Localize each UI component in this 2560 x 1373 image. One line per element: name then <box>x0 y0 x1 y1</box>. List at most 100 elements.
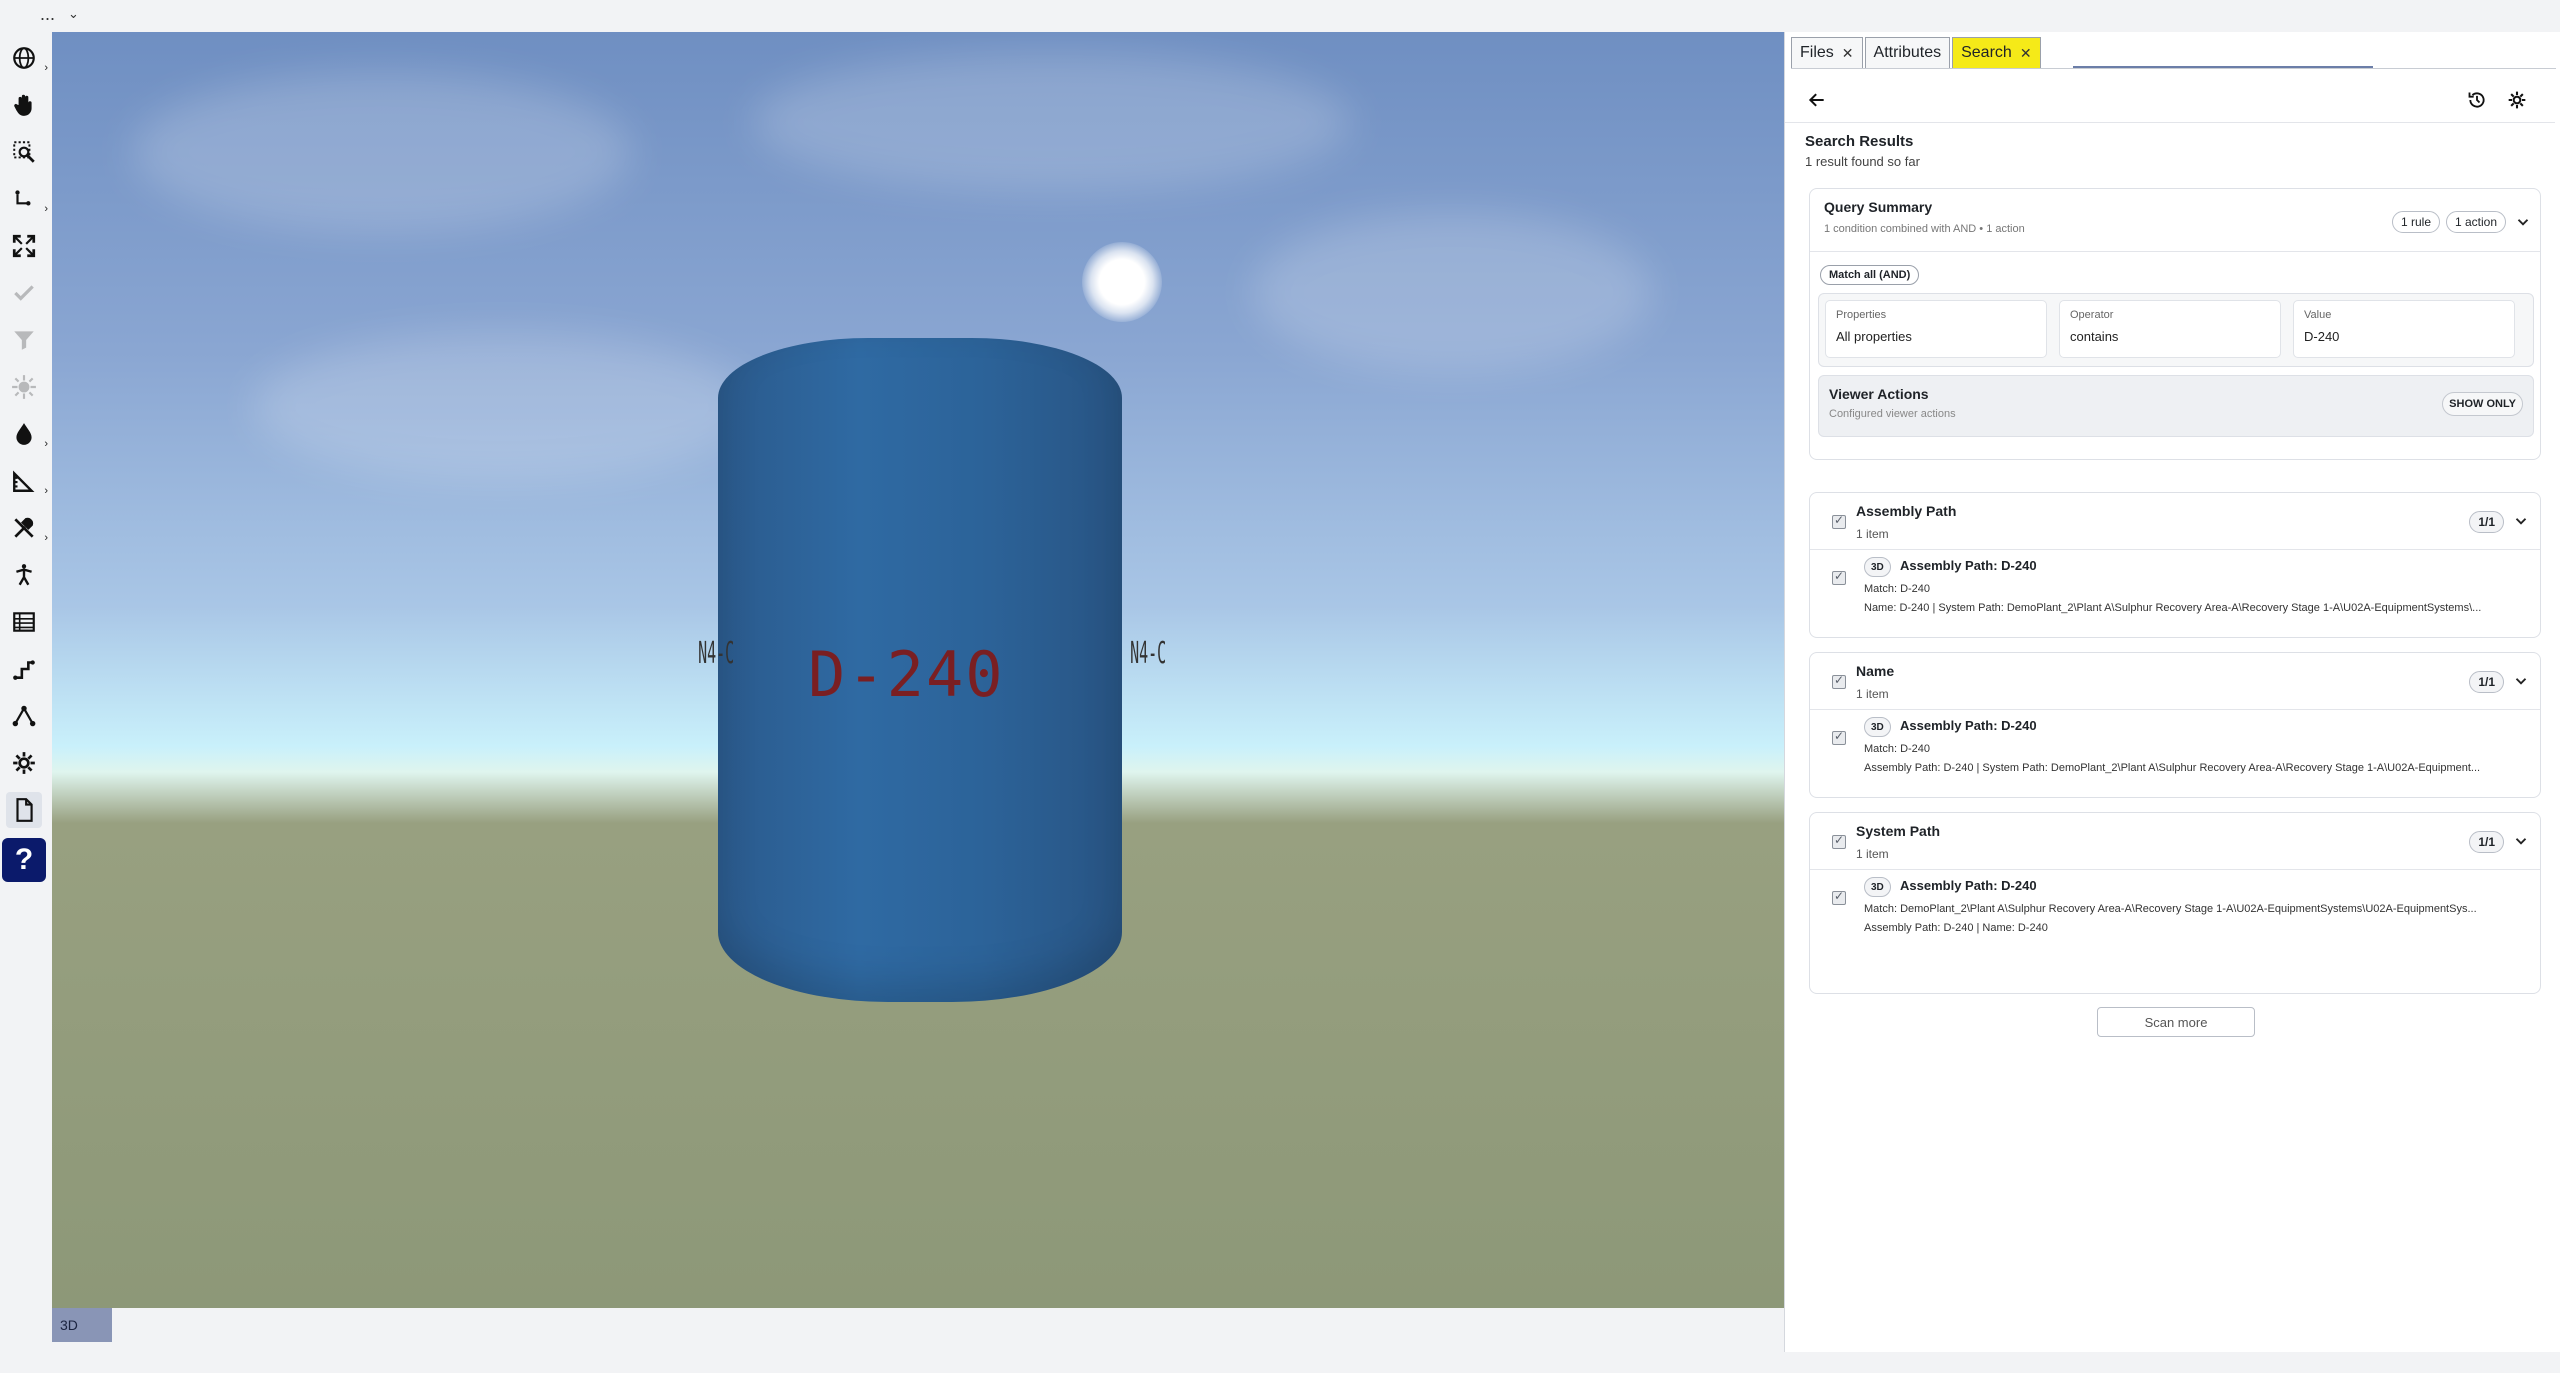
item-title: Assembly Path: D-240 <box>1900 558 2037 573</box>
settings-icon[interactable] <box>6 745 42 781</box>
close-icon[interactable]: ✕ <box>1842 45 1854 62</box>
pan-hand-icon[interactable] <box>6 87 42 123</box>
field-label: Properties <box>1836 309 1887 321</box>
nozzle-label-right: N4-C <box>1130 636 1167 671</box>
tab-label: Search <box>1961 44 2012 61</box>
item-checkbox[interactable] <box>1832 729 1846 745</box>
group-count-badge: 1/1 <box>2469 671 2504 693</box>
tab-label: Files <box>1800 44 1834 61</box>
item-match: Match: DemoPlant_2\Plant A\Sulphur Recov… <box>1864 903 2477 915</box>
group-checkbox[interactable] <box>1832 833 1846 849</box>
condition-operator[interactable]: Operator contains <box>2059 300 2281 358</box>
result-group-system-path: System Path 1 item 1/1 3D Assembly Path:… <box>1809 812 2541 994</box>
history-icon[interactable] <box>2463 86 2491 114</box>
show-only-button[interactable]: SHOW ONLY <box>2442 392 2523 416</box>
query-summary-card: Query Summary 1 condition combined with … <box>1809 188 2541 460</box>
view-mode-tag[interactable]: 3D <box>52 1308 112 1342</box>
field-value: D-240 <box>2304 329 2340 344</box>
chevron-down-icon[interactable] <box>2512 512 2530 530</box>
tank-model[interactable]: D-240 <box>718 338 1122 1002</box>
group-title: Assembly Path <box>1856 503 1957 519</box>
walk-icon[interactable] <box>6 557 42 593</box>
result-group-name: Name 1 item 1/1 3D Assembly Path: D-240 … <box>1809 652 2541 798</box>
menu-dots[interactable]: ... <box>40 4 55 25</box>
item-detail: Name: D-240 | System Path: DemoPlant_2\P… <box>1864 602 2482 614</box>
result-group-assembly-path: Assembly Path 1 item 1/1 3D Assembly Pat… <box>1809 492 2541 638</box>
group-header[interactable]: Assembly Path 1 item 1/1 <box>1810 493 2540 550</box>
actions-count-badge: 1 action <box>2446 211 2507 233</box>
gear-icon[interactable] <box>2503 86 2531 114</box>
help-icon[interactable]: ? <box>2 838 46 882</box>
3d-badge: 3D <box>1864 877 1891 897</box>
top-bar: ... ⌄ <box>0 0 2560 32</box>
group-count-badge: 1/1 <box>2469 831 2504 853</box>
field-value: All properties <box>1836 329 1912 344</box>
checkmark-icon <box>6 275 42 311</box>
3d-viewport[interactable]: D-240 N4-C N4-C <box>52 32 1784 1308</box>
chevron-down-icon[interactable] <box>2512 672 2530 690</box>
scan-more-button[interactable]: Scan more <box>2097 1007 2255 1037</box>
tab-search[interactable]: Search ✕ <box>1952 37 2041 68</box>
group-checkbox[interactable] <box>1832 673 1846 689</box>
group-checkbox[interactable] <box>1832 513 1846 529</box>
measure-icon[interactable]: › <box>6 463 48 499</box>
chevron-down-icon[interactable] <box>2512 832 2530 850</box>
rules-count-badge: 1 rule <box>2392 211 2441 233</box>
zoom-window-icon[interactable] <box>6 134 42 170</box>
3d-badge: 3D <box>1864 717 1891 737</box>
item-checkbox[interactable] <box>1832 569 1846 585</box>
explode-icon <box>6 369 42 405</box>
chevron-down-icon[interactable] <box>2514 213 2532 231</box>
tab-attributes[interactable]: Attributes <box>1864 37 1951 68</box>
close-icon[interactable]: ✕ <box>2020 45 2032 62</box>
match-mode-pill[interactable]: Match all (AND) <box>1820 265 1920 285</box>
field-value: contains <box>2070 329 2119 344</box>
viewer-actions-box: Viewer Actions Configured viewer actions… <box>1818 375 2534 437</box>
viewer-actions-title: Viewer Actions <box>1829 386 1929 402</box>
result-count: 1 result found so far <box>1805 154 1920 169</box>
drop-icon[interactable]: › <box>6 416 48 452</box>
tab-underline <box>2073 66 2373 68</box>
document-icon[interactable] <box>6 792 42 828</box>
cloud <box>252 332 752 482</box>
viewer-actions-subtitle: Configured viewer actions <box>1829 408 1956 420</box>
item-title: Assembly Path: D-240 <box>1900 718 2037 733</box>
group-header[interactable]: Name 1 item 1/1 <box>1810 653 2540 710</box>
item-detail: Assembly Path: D-240 | Name: D-240 <box>1864 922 2048 934</box>
item-detail: Assembly Path: D-240 | System Path: Demo… <box>1864 762 2481 774</box>
field-label: Operator <box>2070 309 2114 321</box>
axis-icon[interactable]: › <box>6 181 48 217</box>
item-match: Match: D-240 <box>1864 583 1931 595</box>
table-icon[interactable] <box>6 604 42 640</box>
fit-view-icon[interactable] <box>6 228 42 264</box>
network-icon[interactable] <box>6 698 42 734</box>
left-toolbar: › › › › › ? <box>0 32 52 1352</box>
search-header <box>1785 78 2555 123</box>
tab-divider <box>1791 68 2556 69</box>
tab-files[interactable]: Files ✕ <box>1791 37 1863 68</box>
item-checkbox[interactable] <box>1832 889 1846 905</box>
back-arrow-icon[interactable] <box>1803 86 1831 114</box>
query-summary-title: Query Summary <box>1824 199 1933 215</box>
cloud <box>132 72 632 232</box>
chevron-down-icon[interactable]: ⌄ <box>68 6 79 22</box>
side-panel: Files ✕ Attributes Search ✕ Search Resul… <box>1784 32 2560 1352</box>
cloud <box>1252 212 1652 372</box>
condition-row: Properties All properties Operator conta… <box>1818 293 2534 367</box>
nozzle-label-left: N4-C <box>698 636 735 671</box>
tab-label: Attributes <box>1873 44 1942 61</box>
tank-label: D-240 <box>808 638 1005 711</box>
bottom-strip <box>0 1352 2560 1373</box>
condition-value[interactable]: Value D-240 <box>2293 300 2515 358</box>
panel-tabs: Files ✕ Attributes Search ✕ <box>1791 32 2041 68</box>
group-subtitle: 1 item <box>1856 687 1889 701</box>
3d-badge: 3D <box>1864 557 1891 577</box>
divider <box>1810 251 2540 252</box>
condition-properties[interactable]: Properties All properties <box>1825 300 2047 358</box>
tools-icon[interactable]: › <box>6 510 48 546</box>
group-header[interactable]: System Path 1 item 1/1 <box>1810 813 2540 870</box>
path-icon[interactable] <box>6 651 42 687</box>
funnel-icon <box>6 322 42 358</box>
item-match: Match: D-240 <box>1864 743 1931 755</box>
globe-icon[interactable]: › <box>6 40 48 76</box>
